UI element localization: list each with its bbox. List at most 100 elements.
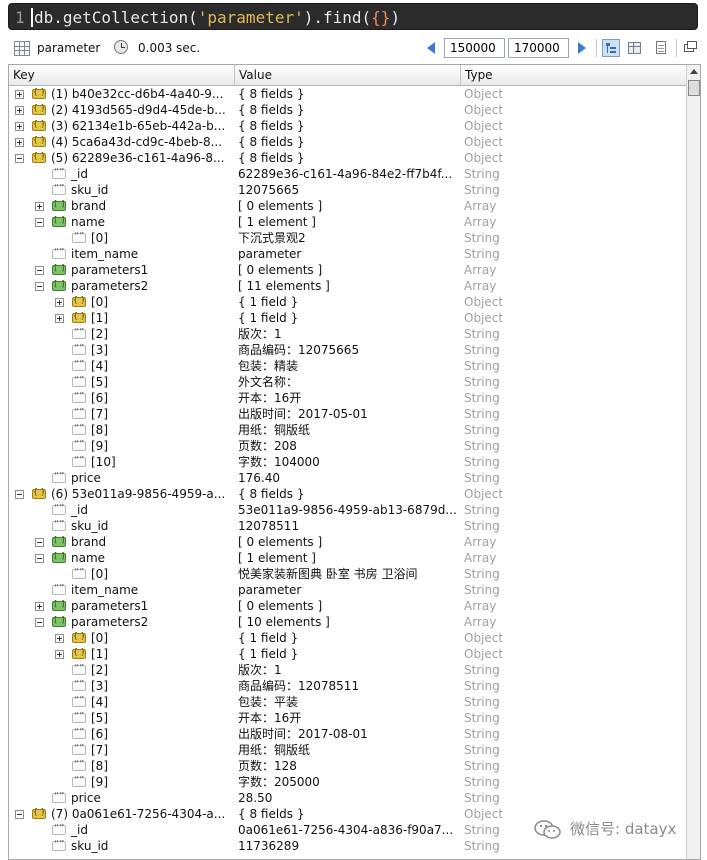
tree-row[interactable]: (2) 4193d565-d9d4-45de-b... { 8 fields } O…: [9, 102, 687, 118]
tree-row[interactable]: [3] 商品编码：12075665 String: [9, 342, 687, 358]
tree-row[interactable]: name [ 1 element ] Array: [9, 214, 687, 230]
key-cell: price: [9, 470, 233, 486]
collapse-icon[interactable]: [15, 810, 24, 819]
collapse-icon[interactable]: [35, 282, 44, 291]
tree-row[interactable]: [0] { 1 field } Object: [9, 294, 687, 310]
previous-page-arrow-icon[interactable]: [427, 42, 435, 54]
value-cell: { 1 field }: [238, 311, 299, 325]
tree-row[interactable]: (1) b40e32cc-d6b4-4a40-9... { 8 fields } O…: [9, 86, 687, 102]
tree-row[interactable]: [2] 版次：1 String: [9, 326, 687, 342]
column-header-key[interactable]: Key: [9, 65, 235, 85]
tree-row[interactable]: _id 53e011a9-9856-4959-ab13-6879d... Strin…: [9, 502, 687, 518]
tree-row[interactable]: parameters2 [ 11 elements ] Array: [9, 278, 687, 294]
expand-icon[interactable]: [55, 634, 64, 643]
tree-row[interactable]: parameters1 [ 0 elements ] Array: [9, 598, 687, 614]
tree-row[interactable]: [6] 开本：16开 String: [9, 390, 687, 406]
array-type-icon: [52, 535, 66, 547]
expand-icon[interactable]: [55, 314, 64, 323]
key-cell: (4) 5ca6a43d-cd9c-4beb-8...: [9, 134, 233, 150]
column-header-value[interactable]: Value: [235, 65, 461, 85]
query-text[interactable]: db.getCollection('parameter').find({}): [34, 7, 400, 28]
tree-row[interactable]: (5) 62289e36-c161-4a96-8... { 8 fields } O…: [9, 150, 687, 166]
collapse-icon[interactable]: [35, 218, 44, 227]
key-cell: brand: [9, 534, 233, 550]
key-cell: [1]: [9, 310, 233, 326]
detach-window-icon[interactable]: [682, 39, 700, 57]
expand-icon[interactable]: [15, 138, 24, 147]
next-page-arrow-icon[interactable]: [578, 42, 586, 54]
table-view-button[interactable]: [626, 39, 644, 57]
tree-row[interactable]: [3] 商品编码：12078511 String: [9, 678, 687, 694]
tree-row[interactable]: [2] 版次：1 String: [9, 662, 687, 678]
tree-row[interactable]: [5] 开本：16开 String: [9, 710, 687, 726]
tree-row[interactable]: [4] 包装：精装 String: [9, 358, 687, 374]
collapse-icon[interactable]: [15, 154, 24, 163]
tree-row[interactable]: brand [ 0 elements ] Array: [9, 534, 687, 550]
tree-row[interactable]: sku_id 11736289 String: [9, 838, 687, 854]
tree-row[interactable]: [9] 页数：208 String: [9, 438, 687, 454]
tree-row[interactable]: item_name parameter String: [9, 582, 687, 598]
tree-row[interactable]: (6) 53e011a9-9856-4959-a... { 8 fields } O…: [9, 486, 687, 502]
tree-row[interactable]: [7] 用纸：铜版纸 String: [9, 742, 687, 758]
scroll-up-arrow-icon[interactable]: [688, 66, 699, 78]
tree-row[interactable]: [6] 出版时间：2017-08-01 String: [9, 726, 687, 742]
query-collection-string: 'parameter': [197, 8, 304, 27]
result-tree[interactable]: Key Value Type (1) b40e32cc-d6b4-4a40-9.…: [8, 64, 701, 860]
expand-icon[interactable]: [15, 122, 24, 131]
key-text: [9]: [91, 439, 108, 453]
tree-row[interactable]: [0] 下沉式景观2 String: [9, 230, 687, 246]
collapse-icon[interactable]: [35, 266, 44, 275]
query-editor[interactable]: 1 db.getCollection('parameter').find({}): [8, 3, 698, 30]
key-cell: item_name: [9, 582, 233, 598]
tree-row[interactable]: (3) 62134e1b-65eb-442a-b... { 8 fields } O…: [9, 118, 687, 134]
type-cell: String: [464, 391, 500, 405]
tree-row[interactable]: sku_id 12075665 String: [9, 182, 687, 198]
key-cell: parameters2: [9, 278, 233, 294]
tree-row[interactable]: parameters1 [ 0 elements ] Array: [9, 262, 687, 278]
tree-row[interactable]: price 176.40 String: [9, 470, 687, 486]
expand-icon[interactable]: [35, 202, 44, 211]
tree-row[interactable]: [4] 包装：平装 String: [9, 694, 687, 710]
collapse-icon[interactable]: [15, 490, 24, 499]
tree-row[interactable]: [1] { 1 field } Object: [9, 310, 687, 326]
collapse-icon[interactable]: [35, 618, 44, 627]
value-cell: { 8 fields }: [238, 487, 305, 501]
string-type-icon: [52, 583, 66, 595]
expand-icon[interactable]: [35, 602, 44, 611]
tree-row[interactable]: [5] 外文名称： String: [9, 374, 687, 390]
vertical-scrollbar[interactable]: [686, 65, 700, 859]
limit-input[interactable]: [508, 38, 569, 58]
tree-row[interactable]: [1] { 1 field } Object: [9, 646, 687, 662]
string-type-icon: [52, 183, 66, 195]
tree-row[interactable]: (4) 5ca6a43d-cd9c-4beb-8... { 8 fields } O…: [9, 134, 687, 150]
value-cell: [ 0 elements ]: [238, 199, 323, 213]
tree-row[interactable]: _id 62289e36-c161-4a96-84e2-ff7b4f... Stri…: [9, 166, 687, 182]
expand-icon[interactable]: [15, 106, 24, 115]
tree-row[interactable]: [10] 字数：104000 String: [9, 454, 687, 470]
tree-row[interactable]: [0] { 1 field } Object: [9, 630, 687, 646]
text-view-button[interactable]: [652, 39, 670, 57]
expand-icon[interactable]: [15, 90, 24, 99]
tree-row[interactable]: parameters2 [ 10 elements ] Array: [9, 614, 687, 630]
tree-row[interactable]: [0] 悦美家装新图典 卧室 书房 卫浴间 String: [9, 566, 687, 582]
object-type-icon: [32, 807, 46, 819]
tree-row[interactable]: brand [ 0 elements ] Array: [9, 198, 687, 214]
tree-row[interactable]: item_name parameter String: [9, 246, 687, 262]
expand-icon[interactable]: [55, 298, 64, 307]
tree-row[interactable]: sku_id 12078511 String: [9, 518, 687, 534]
tree-row[interactable]: name [ 1 element ] Array: [9, 550, 687, 566]
tree-row[interactable]: [8] 用纸：铜版纸 String: [9, 422, 687, 438]
expand-icon[interactable]: [55, 650, 64, 659]
type-cell: String: [464, 695, 500, 709]
column-header-type[interactable]: Type: [461, 65, 687, 85]
key-cell: sku_id: [9, 182, 233, 198]
tree-row[interactable]: [9] 字数：205000 String: [9, 774, 687, 790]
tree-row[interactable]: price 28.50 String: [9, 790, 687, 806]
collapse-icon[interactable]: [35, 554, 44, 563]
tree-row[interactable]: [7] 出版时间：2017-05-01 String: [9, 406, 687, 422]
collapse-icon[interactable]: [35, 538, 44, 547]
tree-row[interactable]: [8] 页数：128 String: [9, 758, 687, 774]
tree-view-button[interactable]: [602, 39, 620, 57]
skip-input[interactable]: [444, 38, 505, 58]
scroll-thumb[interactable]: [688, 80, 700, 96]
